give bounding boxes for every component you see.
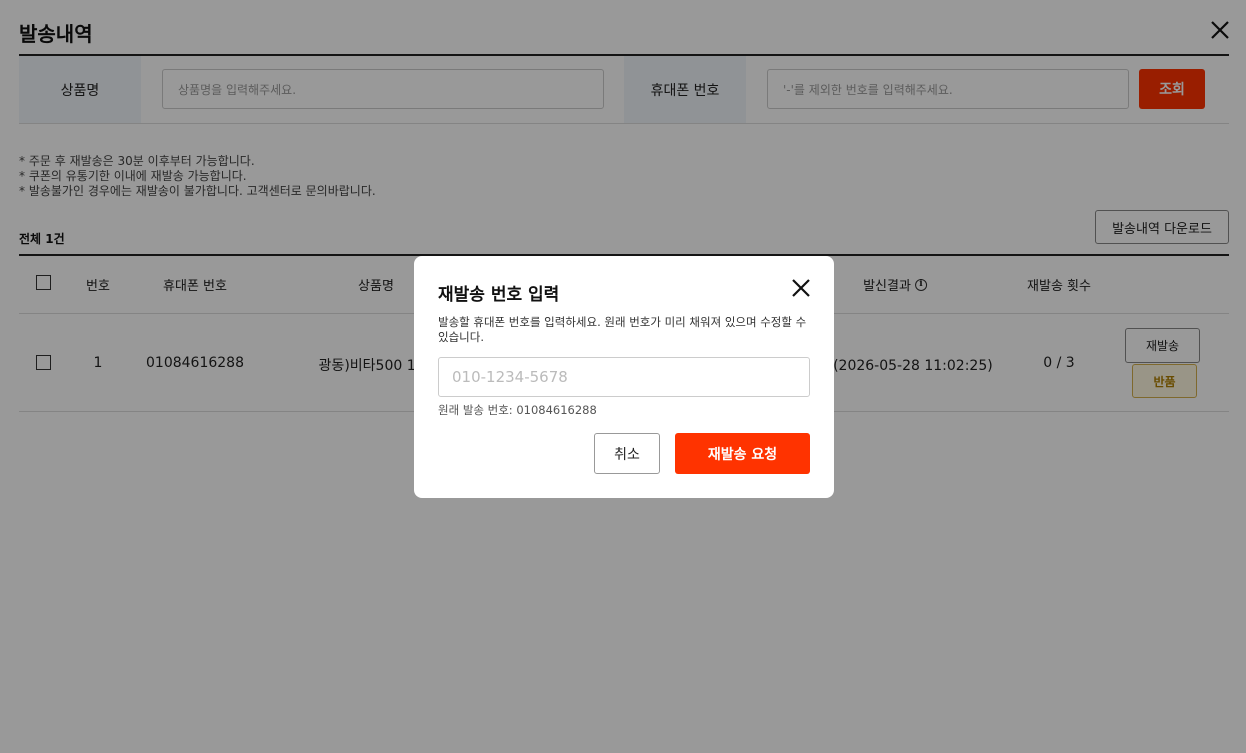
cancel-button[interactable]: 취소 (594, 433, 660, 474)
resend-modal: 재발송 번호 입력 발송할 휴대폰 번호를 입력하세요. 원래 번호가 미리 채… (414, 256, 834, 498)
resend-request-button[interactable]: 재발송 요청 (675, 433, 810, 474)
original-number: 원래 발송 번호: 01084616288 (438, 403, 597, 417)
modal-description: 발송할 휴대폰 번호를 입력하세요. 원래 번호가 미리 채워져 있으며 수정할… (438, 315, 807, 344)
phone-number-input[interactable] (438, 357, 810, 397)
close-icon[interactable] (790, 277, 812, 299)
modal-title: 재발송 번호 입력 (438, 285, 560, 305)
